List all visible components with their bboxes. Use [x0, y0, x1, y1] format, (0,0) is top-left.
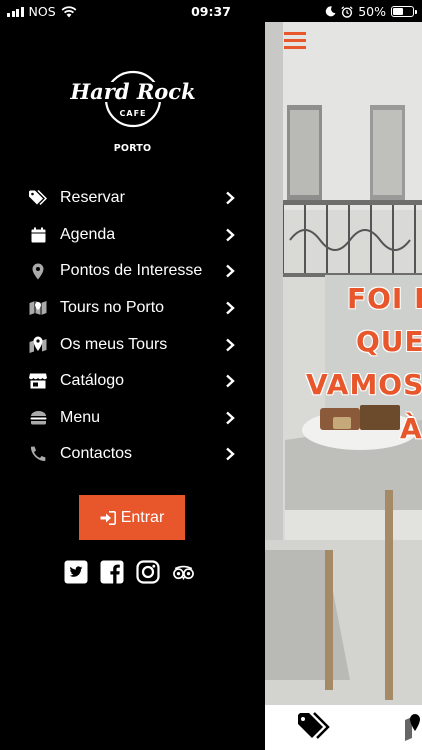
menu-item-label: Catálogo	[60, 372, 125, 390]
menu-item-label: Os meus Tours	[60, 335, 168, 353]
map-pin-icon	[29, 262, 47, 280]
menu-item-tours-no-porto[interactable]: Tours no Porto	[0, 290, 265, 327]
map-icon	[29, 299, 47, 317]
chevron-right-icon	[226, 228, 235, 242]
menu-item-reservar[interactable]: Reservar	[0, 180, 265, 217]
phone-icon	[29, 445, 47, 463]
chevron-right-icon	[226, 448, 235, 461]
tag-icon	[29, 189, 47, 207]
instagram-icon[interactable]	[135, 559, 160, 584]
menu-item-label: Pontos de Interesse	[60, 262, 203, 280]
menu-item-os-meus-tours[interactable]: Os meus Tours	[0, 326, 265, 363]
social-links	[63, 559, 196, 584]
battery-icon	[391, 6, 417, 17]
hero-line: VAMOS	[306, 368, 422, 401]
login-button[interactable]: Entrar	[79, 495, 185, 540]
status-right: 50%	[325, 4, 417, 19]
menu-item-label: Tours no Porto	[60, 299, 165, 317]
burger-icon	[29, 409, 47, 427]
map-icon[interactable]	[403, 712, 422, 742]
menu-item-agenda[interactable]: Agenda	[0, 217, 265, 254]
chevron-right-icon	[226, 374, 235, 388]
logo-sub: CAFE	[120, 109, 147, 118]
menu-item-menu[interactable]: Menu	[0, 400, 265, 437]
moon-icon	[325, 6, 336, 17]
bottom-tab-bar	[265, 705, 422, 750]
side-menu: Hard Rock CAFE PORTO Reservar Agenda Pon…	[0, 0, 265, 750]
tripadvisor-icon[interactable]	[171, 559, 196, 584]
hard-rock-cafe-logo: Hard Rock CAFE	[62, 70, 204, 128]
hero-line: QUE	[356, 325, 422, 358]
calendar-icon	[29, 226, 47, 244]
menu-item-label: Contactos	[60, 445, 133, 463]
menu-item-label: Menu	[60, 408, 101, 426]
status-bar: NOS 09:37 50%	[0, 0, 422, 22]
tag-icon[interactable]	[295, 712, 335, 742]
sign-in-icon	[100, 510, 116, 525]
alarm-icon	[341, 5, 353, 18]
facebook-icon[interactable]	[99, 559, 124, 584]
chevron-right-icon	[226, 411, 235, 425]
home-content: FOI BOM QUE VAMOS À	[265, 20, 422, 750]
menu-item-contactos[interactable]: Contactos	[0, 436, 265, 473]
logo-wordmark: Hard Rock	[69, 79, 195, 104]
menu-item-label: Reservar	[60, 189, 125, 207]
city-label: PORTO	[113, 143, 152, 154]
battery-fill	[393, 8, 403, 15]
login-label: Entrar	[120, 508, 165, 526]
twitter-icon[interactable]	[63, 559, 88, 584]
chevron-right-icon	[226, 338, 235, 352]
menu-item-label: Agenda	[60, 225, 116, 243]
hero-line: FOI BOM	[347, 282, 422, 315]
chevron-right-icon	[226, 265, 235, 278]
menu-list: Reservar Agenda Pontos de Interesse Tour…	[0, 180, 265, 473]
battery-percent: 50%	[358, 4, 386, 19]
hero-photo	[265, 20, 422, 705]
menu-item-pontos-de-interesse[interactable]: Pontos de Interesse	[0, 253, 265, 290]
hamburger-menu-icon[interactable]	[284, 32, 306, 50]
menu-item-catalogo[interactable]: Catálogo	[0, 363, 265, 400]
chevron-right-icon	[226, 301, 235, 315]
hero-line: À	[400, 412, 422, 445]
chevron-right-icon	[226, 191, 235, 205]
store-icon	[29, 372, 47, 390]
map-pin-fold-icon	[29, 336, 47, 354]
